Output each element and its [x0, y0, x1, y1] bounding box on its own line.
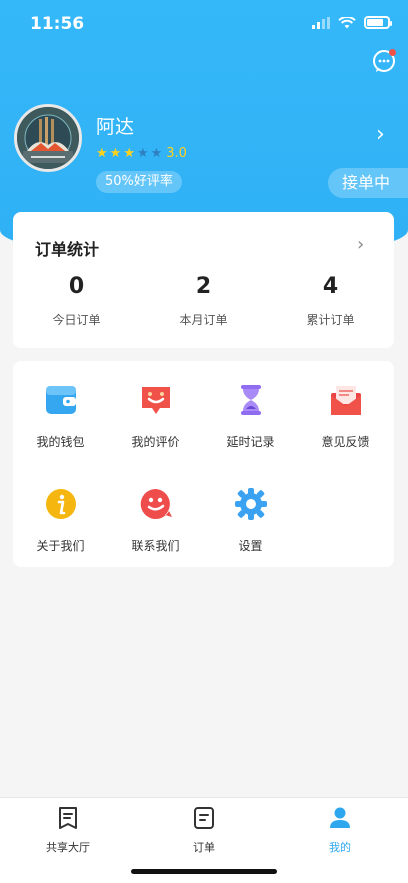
menu-label: 关于我们	[36, 539, 85, 553]
chevron-right-icon[interactable]: ›	[376, 122, 385, 147]
stat-value: 2	[195, 274, 212, 299]
review-icon	[141, 387, 170, 414]
status-bar: 11:56	[0, 0, 408, 48]
user-icon	[330, 807, 350, 828]
tab-label: 订单	[193, 841, 215, 854]
feedback-mail-icon	[330, 386, 361, 415]
menu-label: 联系我们	[131, 539, 180, 553]
tab-hall[interactable]: 共享大厅	[0, 806, 136, 855]
order-icon	[194, 807, 214, 829]
settings-gear-icon	[234, 488, 267, 520]
star-icon: ★	[96, 146, 108, 161]
rating-stars: ★ ★ ★ ★ ★ 3.0	[96, 146, 187, 161]
message-icon[interactable]	[372, 48, 398, 74]
menu-item-feedback[interactable]: 意见反馈	[298, 383, 393, 450]
contact-icon	[140, 488, 172, 519]
menu-item-contact[interactable]: 联系我们	[108, 487, 203, 554]
status-icons	[312, 16, 392, 29]
info-icon	[45, 489, 76, 519]
stats-title: 订单统计	[35, 240, 100, 259]
star-empty-icon: ★	[150, 146, 163, 161]
menu-item-settings[interactable]: 设置	[203, 487, 298, 554]
star-icon: ★	[109, 146, 122, 161]
stat-value: 4	[322, 274, 339, 299]
wallet-icon	[45, 386, 76, 414]
battery-icon	[364, 16, 392, 29]
menu-label: 延时记录	[226, 435, 275, 449]
stat-label: 今日订单	[52, 313, 101, 327]
hall-icon	[59, 807, 77, 829]
menu-grid-card: 我的钱包 我的评价 延时记录 意见反馈 关于我们 联系我们 设置	[13, 361, 394, 567]
menu-item-delay-records[interactable]: 延时记录	[203, 383, 298, 450]
username: 阿达	[96, 116, 135, 138]
rating-value: 3.0	[166, 146, 187, 161]
tab-mine[interactable]: 我的	[272, 806, 408, 855]
status-time: 11:56	[30, 14, 85, 34]
chevron-right-icon[interactable]: ›	[357, 234, 364, 255]
work-status-toggle[interactable]: 接单中	[328, 168, 408, 198]
stat-month[interactable]: 2 本月订单	[140, 274, 267, 328]
wifi-icon	[338, 16, 356, 28]
star-icon: ★	[123, 146, 135, 161]
menu-label: 设置	[238, 539, 263, 553]
menu-item-reviews[interactable]: 我的评价	[108, 383, 203, 450]
tab-orders[interactable]: 订单	[136, 806, 272, 855]
tab-label: 我的	[329, 841, 351, 854]
cellular-signal-icon	[312, 16, 330, 29]
tab-label: 共享大厅	[46, 841, 90, 854]
avatar-image	[17, 107, 79, 169]
menu-item-about[interactable]: 关于我们	[13, 487, 108, 554]
good-rate-badge: 50%好评率	[96, 171, 182, 193]
menu-label: 意见反馈	[321, 435, 370, 449]
order-stats-card[interactable]: 订单统计 › 0 今日订单 2 本月订单 4 累计订单	[13, 212, 394, 348]
stat-label: 累计订单	[306, 313, 355, 327]
stat-value: 0	[68, 274, 85, 299]
avatar[interactable]	[14, 104, 82, 172]
hourglass-icon	[240, 385, 261, 415]
menu-item-wallet[interactable]: 我的钱包	[13, 383, 108, 450]
menu-label: 我的评价	[131, 435, 180, 449]
stat-today[interactable]: 0 今日订单	[13, 274, 140, 328]
home-indicator	[131, 869, 277, 874]
star-empty-icon: ★	[136, 146, 149, 161]
menu-label: 我的钱包	[36, 435, 85, 449]
stat-total[interactable]: 4 累计订单	[267, 274, 394, 328]
stat-label: 本月订单	[179, 313, 228, 327]
